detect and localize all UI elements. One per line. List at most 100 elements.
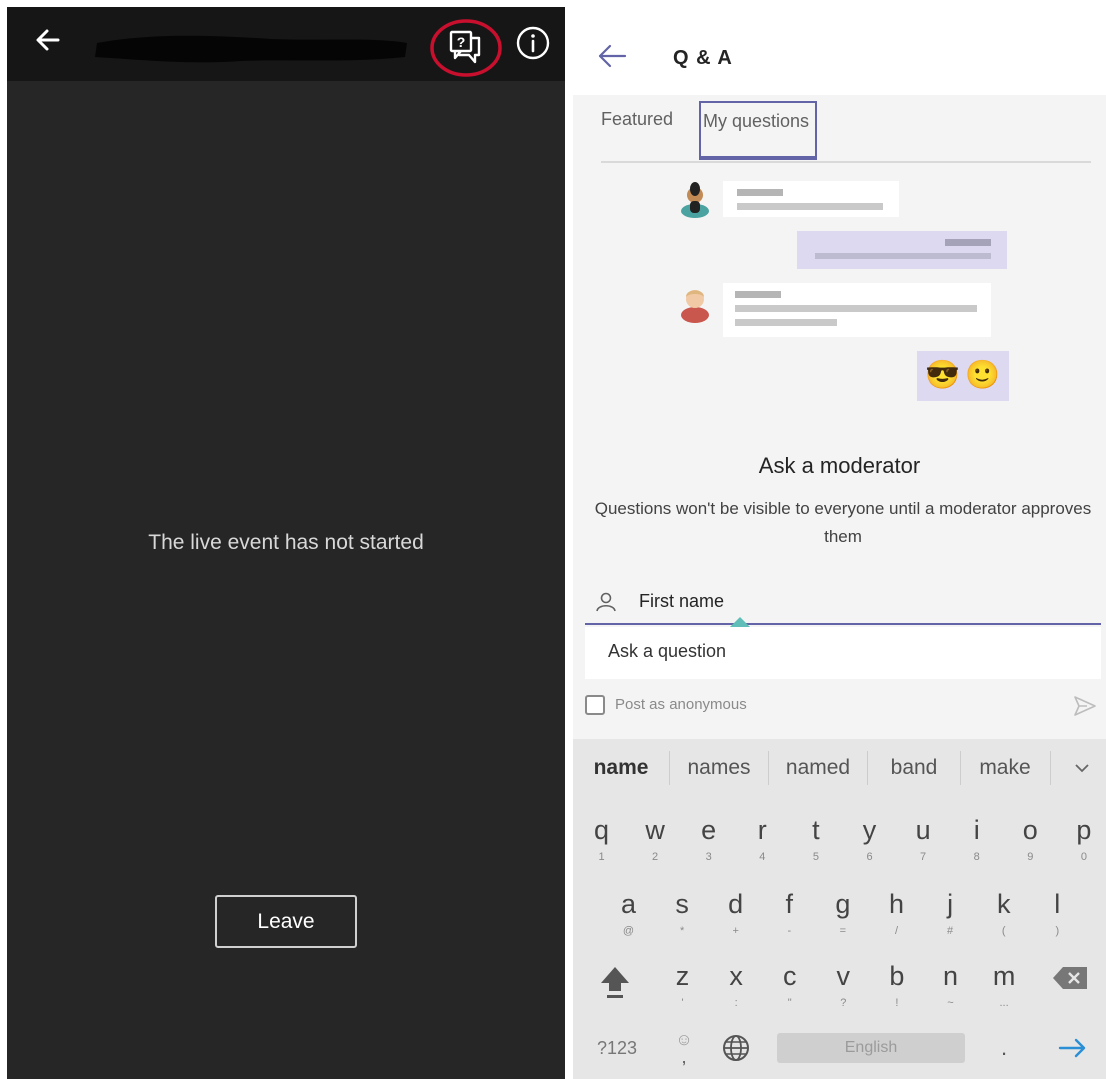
key-label: e [701,815,717,845]
key-b[interactable]: b! [870,955,923,1023]
key-z[interactable]: z ' [656,955,709,1023]
key-label: w [645,815,665,845]
tab-my-questions[interactable]: My questions [699,101,817,159]
key-secondary-label: * [679,925,685,937]
key-secondary-label: 5 [812,851,819,863]
key-n[interactable]: n ~ [924,955,977,1023]
key-k[interactable]: k( [977,883,1030,951]
redacted-event-title [95,35,407,63]
leave-button[interactable]: Leave [215,895,357,948]
key-secondary-label: ? [840,997,847,1009]
suggestion-item[interactable]: band [868,739,960,797]
key-secondary-label: 8 [973,851,980,863]
key-label: n [942,961,959,991]
key-label: c [782,961,797,991]
key-secondary-label: / [894,925,899,937]
key-label: x [729,961,743,991]
key-p[interactable]: p0 [1057,809,1106,877]
key-q[interactable]: q1 [575,809,628,877]
info-icon[interactable] [515,25,551,61]
key-r[interactable]: r4 [736,809,789,877]
key-m[interactable]: m... [978,955,1031,1023]
svg-text:?: ? [457,34,466,50]
key-label: z [675,961,690,991]
key-u[interactable]: u7 [897,809,950,877]
first-name-value: First name [639,591,725,611]
key-t[interactable]: t5 [789,809,842,877]
qa-header: Q & A [573,7,1106,95]
emoji-key[interactable]: ☺ , [669,1025,699,1069]
backspace-icon[interactable] [1051,963,1091,993]
key-s[interactable]: s * [656,883,709,951]
key-g[interactable]: g = [816,883,869,951]
key-f[interactable]: f- [763,883,816,951]
key-label: r [757,815,767,845]
chevron-down-icon[interactable] [1073,761,1091,775]
key-c[interactable]: c " [763,955,816,1023]
emoji-reaction: 😎 [925,359,960,390]
key-e[interactable]: e3 [682,809,735,877]
qa-screen: Q & A Featured My questions 😎 🙂 Ask a mo… [573,7,1106,1079]
shift-icon[interactable] [595,961,635,1001]
key-secondary-label: ( [1001,925,1006,937]
key-v[interactable]: v? [817,955,870,1023]
key-label: j [947,889,954,919]
key-a[interactable]: a @ [602,883,655,951]
page-title: Q & A [673,47,733,69]
key-o[interactable]: o9 [1004,809,1057,877]
screenshot-canvas: ? The live event has not started Leave Q… [0,0,1106,1079]
key-label: a [620,889,637,919]
key-secondary-label: = [839,925,847,937]
key-x[interactable]: x: [710,955,763,1023]
key-i[interactable]: i8 [950,809,1003,877]
spacebar[interactable]: English [777,1033,965,1063]
key-label: b [889,961,905,991]
key-label: f [785,889,794,919]
key-label: p [1076,815,1092,845]
chat-bubble [723,181,899,217]
key-label: o [1022,815,1038,845]
enter-arrow-icon[interactable] [1057,1035,1089,1061]
key-l[interactable]: l) [1031,883,1084,951]
qa-icon[interactable]: ? [427,17,505,79]
key-secondary-label: # [947,925,954,937]
key-label: h [888,889,905,919]
avatar-illustration [681,290,709,323]
live-event-header: ? [7,7,565,81]
key-label: m [992,961,1016,991]
send-icon[interactable] [1073,695,1097,717]
active-tab-indicator [699,156,817,160]
first-name-field[interactable]: First name [585,585,1101,643]
key-label: l [1054,889,1061,919]
period-key[interactable]: . [989,1033,1019,1063]
anonymous-checkbox[interactable] [585,695,605,715]
person-icon [596,592,616,612]
question-input[interactable]: Ask a question [585,627,1101,679]
globe-icon[interactable] [721,1033,751,1063]
key-secondary-label: : [734,997,738,1009]
key-label: t [812,815,820,845]
suggestion-item[interactable]: name [573,739,669,797]
empty-state-description: Questions won't be visible to everyone u… [594,499,1092,546]
question-placeholder: Ask a question [608,641,727,661]
suggestion-item[interactable]: names [670,739,768,797]
key-y[interactable]: y6 [843,809,896,877]
suggestion-item[interactable]: named [769,739,867,797]
key-j[interactable]: j # [924,883,977,951]
avatar-illustration [681,182,709,218]
key-secondary-label: 6 [866,851,873,863]
key-secondary-label: ... [999,997,1009,1009]
qa-tabs: Featured My questions [601,101,1091,163]
emoji-reaction: 🙂 [965,359,1000,390]
emoji-reaction-bubble: 😎 🙂 [917,351,1009,401]
key-label: k [996,889,1011,919]
suggestion-item[interactable]: make [961,739,1049,797]
tab-featured[interactable]: Featured [601,101,693,159]
key-d[interactable]: d + [709,883,762,951]
back-arrow-icon[interactable] [595,41,629,71]
key-h[interactable]: h / [870,883,923,951]
key-w[interactable]: w2 [629,809,682,877]
symbols-key[interactable]: ?123 [589,1033,645,1063]
back-arrow-icon[interactable] [33,25,63,55]
event-status-text: The live event has not started [148,531,424,554]
